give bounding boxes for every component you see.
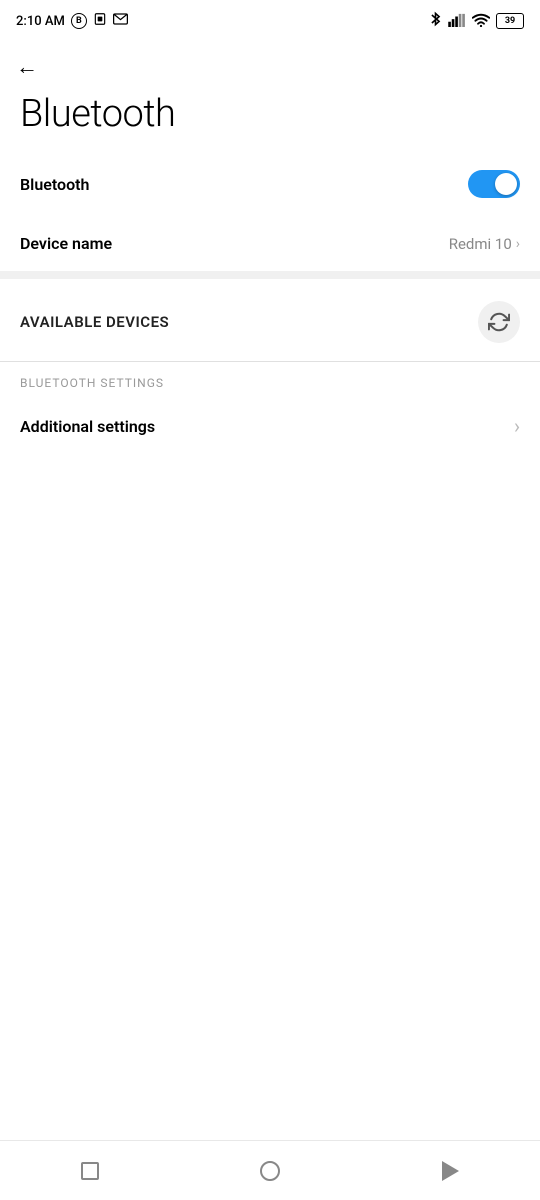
bluetooth-toggle-switch[interactable] <box>468 170 520 198</box>
sim-icon <box>93 12 107 30</box>
back-nav-button[interactable] <box>420 1151 480 1191</box>
available-devices-label: AVAILABLE DEVICES <box>20 313 169 331</box>
additional-settings-label: Additional settings <box>20 417 155 436</box>
nav-bar <box>0 1140 540 1200</box>
additional-settings-chevron: › <box>514 414 520 438</box>
wifi-icon <box>472 12 490 31</box>
chevron-right-icon: › <box>516 236 520 252</box>
status-right-icons: 39 <box>429 11 524 31</box>
recent-apps-icon <box>81 1162 99 1180</box>
back-button[interactable]: ← <box>16 54 38 80</box>
device-name-value: Redmi 10 <box>449 235 512 253</box>
back-nav-icon <box>442 1161 459 1181</box>
home-button[interactable] <box>240 1151 300 1191</box>
home-icon <box>260 1161 280 1181</box>
battery-icon: 39 <box>496 13 524 29</box>
additional-settings-row[interactable]: Additional settings › <box>0 396 540 456</box>
status-bar: 2:10 AM B <box>0 0 540 40</box>
available-devices-header: AVAILABLE DEVICES <box>0 279 540 361</box>
battery-level: 39 <box>505 16 515 26</box>
recent-apps-button[interactable] <box>60 1151 120 1191</box>
status-time: 2:10 AM <box>16 14 65 29</box>
refresh-button[interactable] <box>478 301 520 343</box>
b-icon: B <box>71 13 87 29</box>
page-title: Bluetooth <box>0 84 540 152</box>
bluetooth-status-icon <box>429 11 442 31</box>
thick-divider <box>0 271 540 279</box>
refresh-icon <box>488 311 510 333</box>
toggle-thumb <box>495 173 517 195</box>
device-name-value-row: Redmi 10 › <box>449 235 520 253</box>
device-name-label: Device name <box>20 234 112 253</box>
bluetooth-toggle-row[interactable]: Bluetooth <box>0 152 540 216</box>
back-row: ← <box>0 40 540 84</box>
bluetooth-toggle-label: Bluetooth <box>20 175 89 194</box>
device-name-row[interactable]: Device name Redmi 10 › <box>0 216 540 271</box>
mail-icon <box>113 13 128 29</box>
bluetooth-settings-section-label: BLUETOOTH SETTINGS <box>0 362 540 396</box>
signal-icon <box>448 12 466 31</box>
